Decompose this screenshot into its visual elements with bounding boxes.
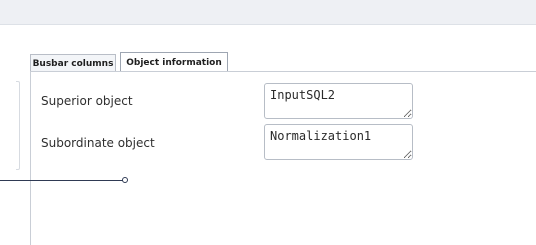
superior-object-field[interactable]: InputSQL2 [264,83,413,119]
top-strip [0,0,536,25]
object-information-screen: Busbar columns Object information Superi… [0,0,536,245]
superior-object-label: Superior object [41,94,133,108]
tab-object-information[interactable]: Object information [120,52,228,72]
left-panel-edge [16,81,20,170]
tab-bar: Busbar columns Object information [30,52,228,72]
subordinate-object-field[interactable]: Normalization1 [264,124,413,160]
connection-line [0,180,124,181]
connection-endpoint[interactable] [122,177,128,183]
subordinate-object-label: Subordinate object [41,136,155,150]
tab-busbar-columns[interactable]: Busbar columns [30,54,116,72]
